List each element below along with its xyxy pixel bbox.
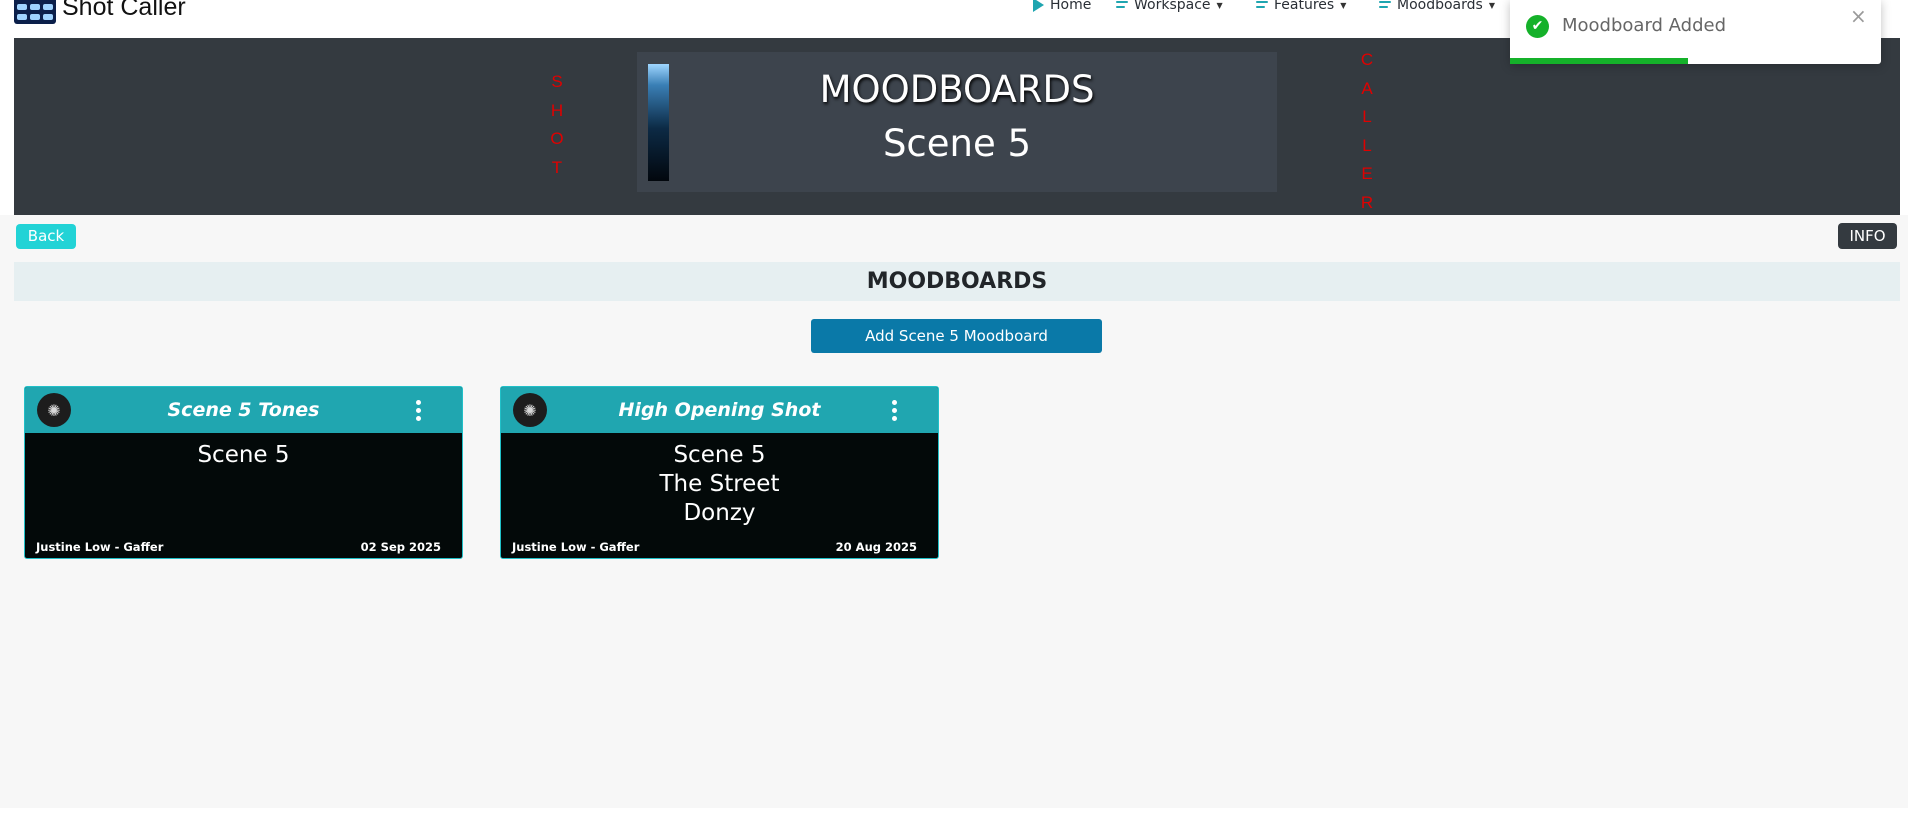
hero-vertical-left: SHOT [547, 68, 567, 182]
brand[interactable]: Shot Caller [14, 0, 186, 24]
hero-vertical-letter: S [551, 72, 563, 91]
hero-banner: SHOT CALLER MOODBOARDS Scene 5 [14, 38, 1900, 215]
card-header: ✺ High Opening Shot [501, 387, 938, 433]
toast-notification: ✔ Moodboard Added × [1510, 0, 1881, 64]
nav-moodboards-label: Moodboards [1397, 0, 1483, 13]
nav-workspace-label: Workspace [1134, 0, 1211, 13]
nav-moodboards[interactable]: Moodboards ▼ [1379, 0, 1495, 13]
hero-vertical-letter: A [1361, 78, 1373, 98]
card-header: ✺ Scene 5 Tones [25, 387, 462, 433]
kebab-menu-icon[interactable] [413, 400, 425, 422]
hero-vertical-right: CALLER [1357, 46, 1377, 217]
card-footer: Justine Low - Gaffer 20 Aug 2025 [512, 540, 917, 554]
card-body-line: Scene 5 [673, 442, 766, 468]
nav-features[interactable]: Features ▼ [1256, 0, 1346, 13]
hero-vertical-letter: E [1361, 164, 1373, 183]
info-button[interactable]: INFO [1838, 223, 1897, 249]
nav-home-label: Home [1050, 0, 1092, 13]
hero-subtitle: Scene 5 [882, 122, 1032, 165]
hero-vertical-letter: L [1362, 107, 1372, 126]
check-circle-icon: ✔ [1526, 15, 1549, 38]
hero-title-box: MOODBOARDS Scene 5 [637, 52, 1277, 192]
nav-workspace[interactable]: Workspace ▼ [1116, 0, 1223, 13]
menu-icon [1256, 0, 1268, 10]
section-title: MOODBOARDS [14, 262, 1900, 301]
card-date: 20 Aug 2025 [835, 540, 917, 554]
card-body: Scene 5 The Street Donzy [501, 441, 938, 528]
nav-home[interactable]: Home [1033, 0, 1091, 13]
hero-vertical-letter: C [1360, 50, 1374, 69]
back-button[interactable]: Back [16, 224, 76, 249]
caret-down-icon: ▼ [1488, 0, 1495, 10]
caret-down-icon: ▼ [1216, 0, 1223, 10]
moodboard-card[interactable]: ✺ Scene 5 Tones Scene 5 Justine Low - Ga… [24, 386, 463, 559]
add-moodboard-button[interactable]: Add Scene 5 Moodboard [811, 319, 1102, 353]
hero-vertical-letter: H [550, 100, 564, 120]
card-footer: Justine Low - Gaffer 02 Sep 2025 [36, 540, 441, 554]
hero-vertical-letter: T [551, 157, 563, 177]
card-title: Scene 5 Tones [167, 399, 320, 421]
caret-down-icon: ▼ [1340, 0, 1347, 10]
card-author: Justine Low - Gaffer [36, 540, 164, 554]
card-title: High Opening Shot [618, 399, 821, 421]
hero-vertical-letter: L [1362, 135, 1372, 155]
hero-vertical-letter: O [550, 129, 564, 148]
hero-title: MOODBOARDS [819, 68, 1095, 111]
card-body-line: The Street [659, 471, 780, 497]
nav-features-label: Features [1274, 0, 1335, 13]
close-icon[interactable]: × [1850, 4, 1867, 28]
play-icon [1033, 0, 1044, 12]
toast-progress-bar [1510, 58, 1689, 64]
kebab-menu-icon[interactable] [889, 400, 901, 422]
card-author: Justine Low - Gaffer [512, 540, 640, 554]
toast-message: Moodboard Added [1562, 15, 1727, 36]
moodboard-card[interactable]: ✺ High Opening Shot Scene 5 The Street D… [500, 386, 939, 559]
brand-logo [14, 0, 56, 24]
card-body-line: Donzy [683, 500, 756, 526]
card-date: 02 Sep 2025 [360, 540, 441, 554]
card-body: Scene 5 [25, 441, 462, 470]
card-body-line: Scene 5 [197, 442, 290, 468]
menu-icon [1116, 0, 1128, 10]
brand-name: Shot Caller [62, 0, 186, 21]
hero-vertical-letter: R [1360, 192, 1374, 212]
menu-icon [1379, 0, 1391, 10]
